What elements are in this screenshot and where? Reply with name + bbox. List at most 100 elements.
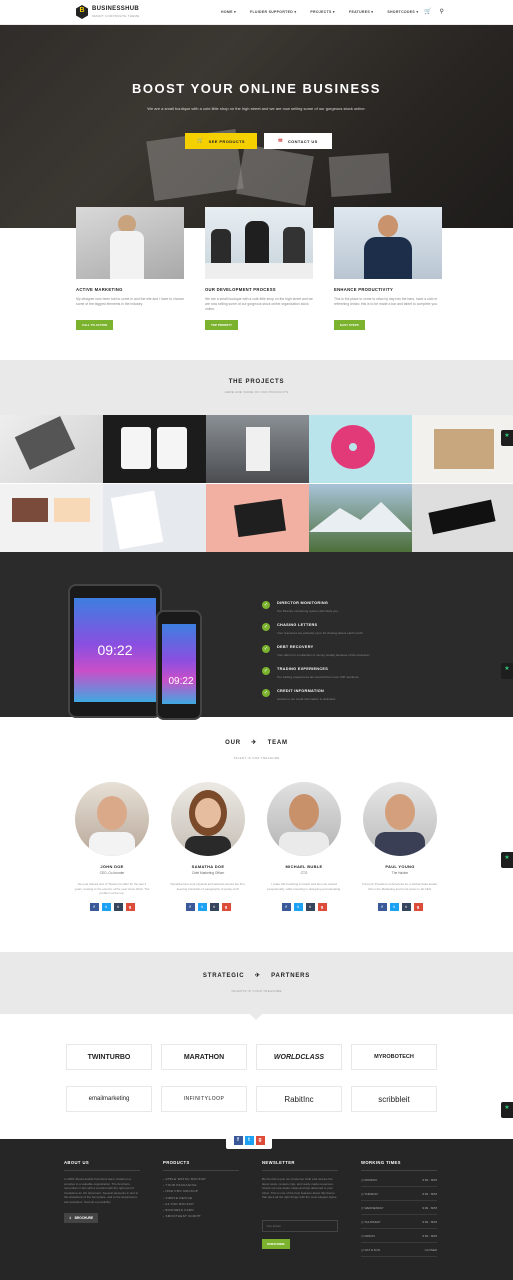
footer-hours: WORKING TIMES ◷ MONDAY 9:00 - 6PM ◷ TUESD… [361,1160,437,1257]
tumblr-icon[interactable]: t [305,903,315,911]
member-role: CTO [300,871,308,875]
member-name: JOHN DOE [100,864,124,869]
team-member: JOHN DOE CEO, Co-founder He puts trained… [74,782,150,911]
see-products-button[interactable]: 🛒 SEE PRODUCTS [185,133,257,149]
feature-image [334,207,442,279]
side-widget-star-icon[interactable]: ★ [501,663,513,679]
partner-logo[interactable]: WORLDCLASS [256,1044,342,1070]
contact-us-button[interactable]: ✉ CONTACT US [264,133,332,149]
feature-item-title: CHASING LETTERS [277,623,318,627]
hours-row: ◷ THURSDAY 9:00 - 6PM [361,1215,437,1229]
google-plus-icon[interactable]: g [125,903,135,911]
partners-title-left: STRATEGIC [202,973,245,979]
see-products-label: SEE PRODUCTS [208,138,245,144]
partner-logo[interactable]: MARATHON [161,1044,247,1070]
side-widget-star-icon[interactable]: ★ [501,430,513,446]
nav-home[interactable]: HOME ▾ [221,10,236,14]
feature-card: OUR DEVELOPMENT PROCESS We are a small b… [205,207,313,331]
feature-text: This is the place to come to relax by da… [334,297,438,306]
hours-row: ◷ WEDNESDAY 9:00 - 6PM [361,1201,437,1215]
facebook-icon[interactable]: f [89,903,99,911]
project-tile[interactable] [412,484,513,552]
partner-logo[interactable]: scribbleit [351,1086,437,1112]
feature-item-text: Our Director monitoring system will chec… [277,609,339,613]
tumblr-icon[interactable]: t [401,903,411,911]
brand-name[interactable]: BUSINESSHUB [92,6,139,12]
footer-heading: PRODUCTS [163,1160,190,1165]
partner-logo-text: RabitInc [284,1094,314,1104]
project-tile[interactable] [103,484,206,552]
tumblr-icon[interactable]: t [209,903,219,911]
feature-item-text: Your debt is in a collection of money us… [277,653,371,657]
side-widget-star-icon[interactable]: ★ [501,852,513,868]
hero-subtitle: We are a small boutique with a cute litt… [147,106,366,111]
facebook-icon[interactable]: f [185,903,195,911]
google-plus-icon[interactable]: g [255,1135,265,1145]
footer-heading: ABOUT US [64,1160,90,1165]
partner-logo-text: MARATHON [183,1053,225,1061]
twitter-icon[interactable]: t [197,903,207,911]
contact-us-label: CONTACT US [287,138,318,144]
plane-icon: ✈ [254,973,261,979]
nav-features[interactable]: FEATURES ▾ [349,10,373,14]
avatar [75,782,149,856]
side-widget-star-icon[interactable]: ★ [501,1102,513,1118]
google-plus-icon[interactable]: g [317,903,327,911]
feature-item-text: Our trading experiences are sourced from… [277,675,360,679]
facebook-icon[interactable]: f [377,903,387,911]
project-tile[interactable] [103,415,206,483]
member-bio: Samatha Doe took physical and talented a… [170,882,246,891]
call-to-action-button[interactable]: CALL TO ACTION [76,320,114,330]
team-subtitle: TALENT IS OUR TREASURE [233,756,280,760]
features-band: 09:22 09:22 [0,552,513,720]
facebook-icon[interactable]: f [233,1135,243,1145]
top-priority-button[interactable]: TOP PRIORITY [205,320,239,330]
project-tile[interactable] [412,415,513,483]
twitter-icon[interactable]: t [244,1135,254,1145]
hours-row: ◷ TUESDAY 9:00 - 6PM [361,1187,437,1201]
partner-logo-text: scribbleit [378,1094,410,1104]
project-tile[interactable] [206,484,309,552]
project-tile[interactable] [309,415,412,483]
product-link[interactable]: › SMOOTHEST SCRIPT [163,1213,239,1219]
search-icon[interactable]: ⚲ [439,8,443,15]
feature-item-title: DEBT RECOVERY [277,645,314,649]
nav-projects[interactable]: PROJECTS ▾ [310,10,335,14]
projects-subtitle: HERE ARE SOME OF OUR PRODUCTS [224,390,289,394]
nav-shortcodes[interactable]: SHORTCODES ▾ [387,10,418,14]
twitter-icon[interactable]: t [389,903,399,911]
nav-fluider[interactable]: FLUIDER SUPPORTED ▾ [250,10,296,14]
member-name: PAUL YOUNG [385,864,415,869]
subscribe-button[interactable]: SUBSCRIBE [262,1239,290,1249]
footer-heading: NEWSLETTER [262,1160,295,1165]
team-title-right: TEAM [267,740,288,746]
google-plus-icon[interactable]: g [221,903,231,911]
brochure-button[interactable]: ⇩ BROCHURE [64,1212,99,1223]
google-plus-icon[interactable]: g [413,903,423,911]
logo-icon[interactable]: B [76,5,88,19]
partner-logo[interactable]: INFINITYLOOP [161,1086,247,1112]
email-field[interactable]: Your Email [262,1220,338,1232]
easy-steps-button[interactable]: EASY STEPS [334,320,365,330]
facebook-icon[interactable]: f [281,903,291,911]
partner-logo[interactable]: emailmarketing [66,1086,152,1112]
project-tile[interactable] [309,484,412,552]
project-tile[interactable] [0,484,103,552]
project-tile[interactable] [0,415,103,483]
feature-image [205,207,313,279]
twitter-icon[interactable]: t [101,903,111,911]
tumblr-icon[interactable]: t [113,903,123,911]
project-tile[interactable] [206,415,309,483]
partner-logo[interactable]: MYROBOTECH [351,1044,437,1070]
partner-logo[interactable]: TWINTURBO [66,1044,152,1070]
download-icon: ⇩ [69,1215,72,1220]
member-bio: I make this boarding a Coach and then we… [266,882,342,891]
partners-title: STRATEGIC ✈ PARTNERS [0,972,513,979]
check-icon: ✓ [262,667,270,675]
partner-logo[interactable]: RabitInc [256,1086,342,1112]
cart-icon[interactable]: 🛒 [424,8,431,15]
feature-item-text: Access to our credit information is unli… [277,697,336,701]
partner-logo-text: emailmarketing [88,1096,130,1102]
twitter-icon[interactable]: t [293,903,303,911]
member-name: MICHAEL BUBLE [285,864,323,869]
